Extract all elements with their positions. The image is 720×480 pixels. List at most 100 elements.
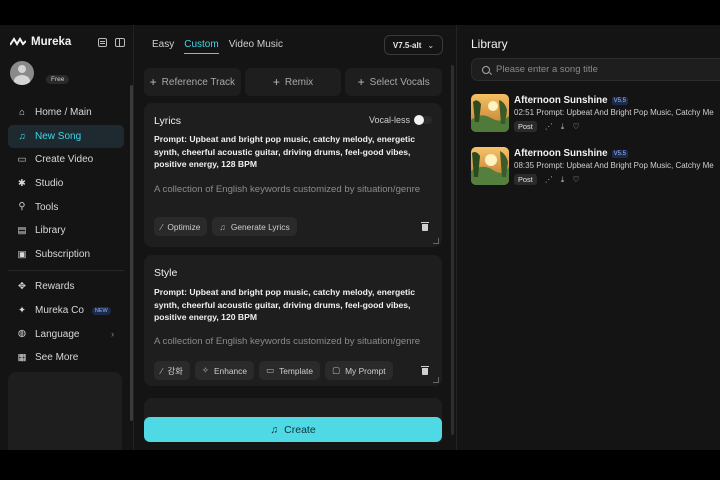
style-title: Style <box>154 267 178 279</box>
remix-button[interactable]: + Remix <box>244 68 342 96</box>
download-icon[interactable]: ⤓ <box>561 175 565 184</box>
my-prompt-button[interactable]: ▢ My Prompt <box>325 361 393 380</box>
wrench-icon: ⚲ <box>18 201 26 213</box>
optimize-label: Optimize <box>167 221 201 232</box>
chevron-down-icon: ⌄ <box>427 40 435 50</box>
sidebar-item-rewards[interactable]: ✥ Rewards <box>8 275 124 299</box>
sidebar-item-library[interactable]: ▤ Library <box>8 219 124 243</box>
song-title[interactable]: Afternoon Sunshine <box>514 95 608 106</box>
plus-icon: + <box>149 75 157 89</box>
option-label: Remix <box>284 76 314 88</box>
create-button[interactable]: ♫ Create <box>144 417 442 442</box>
song-row[interactable]: Afternoon Sunshine V5.5 08:35 Prompt: Up… <box>471 147 720 187</box>
style-prompt[interactable]: Prompt: Upbeat and bright pop music, cat… <box>154 286 430 324</box>
sparkle-icon: ✧ <box>201 365 209 375</box>
sidebar-item-label: Tools <box>35 201 59 213</box>
song-cover-image <box>471 94 509 132</box>
optimize-button[interactable]: ⁄ Optimize <box>154 217 208 236</box>
style-actions: ⁄ 강화 ✧ Enhance ▭ Template ▢ My Prompt <box>154 361 393 380</box>
strengthen-button[interactable]: ⁄ 강화 <box>154 361 190 380</box>
sidebar-divider <box>8 270 124 272</box>
trash-icon[interactable] <box>420 365 430 375</box>
library-panel: Library Afternoon Sunshine V5.5 02:51 Pr… <box>458 25 720 450</box>
enhance-button[interactable]: ✧ Enhance <box>194 361 255 380</box>
song-row[interactable]: Afternoon Sunshine V5.5 02:51 Prompt: Up… <box>471 94 720 134</box>
option-label: Reference Track <box>161 76 236 88</box>
song-duration: 08:35 <box>514 161 535 170</box>
song-prompt: Prompt: Upbeat And Bright Pop Music, Cat… <box>536 108 714 117</box>
center-scrollbar[interactable] <box>451 65 454 435</box>
sidebar-item-create-video[interactable]: ▭ Create Video <box>8 148 124 172</box>
template-button[interactable]: ▭ Template <box>259 361 321 380</box>
song-prompt: Prompt: Upbeat And Bright Pop Music, Cat… <box>536 161 714 170</box>
grid-icon: ▦ <box>17 351 27 363</box>
vocal-less-label: Vocal-less <box>368 115 410 125</box>
post-button[interactable]: Post <box>514 121 537 132</box>
create-panel: Easy Custom Video Music V7.5-alt ⌄ + Refere… <box>134 25 457 450</box>
sidebar-item-studio[interactable]: ✱ Studio <box>8 172 124 196</box>
trash-icon[interactable] <box>420 221 430 231</box>
sidebar-item-label: See More <box>35 352 79 364</box>
tab-easy[interactable]: Easy <box>152 39 174 54</box>
sidebar-item-label: Language <box>35 328 80 340</box>
music-note-icon: ♫ <box>219 221 226 232</box>
lyrics-card: Lyrics Vocal-less Prompt: Upbeat and bri… <box>144 103 442 247</box>
sidebar-item-new-song[interactable]: ♫ New Song <box>8 124 124 149</box>
avatar[interactable] <box>10 61 34 85</box>
video-icon: ▭ <box>17 154 27 166</box>
heart-icon[interactable]: ♡ <box>572 122 579 131</box>
reference-track-button[interactable]: + Reference Track <box>144 68 241 96</box>
sidebar-nav: ⌂ Home / Main ♫ New Song ▭ Create Video ✱ Studi… <box>8 101 124 370</box>
logo-actions <box>98 37 125 47</box>
search-input[interactable] <box>496 64 716 75</box>
share-icon[interactable]: ⋰ <box>545 122 553 131</box>
song-title[interactable]: Afternoon Sunshine <box>514 148 608 159</box>
plus-icon: + <box>357 75 365 89</box>
music-note-icon: ♫ <box>18 130 26 142</box>
vocal-less-toggle[interactable] <box>414 115 432 125</box>
song-actions: Post ⋰ ⤓ ♡ <box>514 121 580 132</box>
resize-handle-icon[interactable] <box>433 377 439 383</box>
song-actions: Post ⋰ ⤓ ♡ <box>514 174 580 185</box>
sidebar-toggle-icon[interactable] <box>115 37 125 47</box>
sidebar-scrollbar[interactable] <box>130 85 133 421</box>
version-badge: V5.5 <box>611 96 628 105</box>
resize-handle-icon[interactable] <box>433 238 439 244</box>
document-icon[interactable] <box>98 37 107 47</box>
generate-lyrics-button[interactable]: ♫ Generate Lyrics <box>212 217 297 236</box>
post-button[interactable]: Post <box>514 174 537 185</box>
chat-icon: ▢ <box>332 365 341 375</box>
studio-icon: ✱ <box>18 177 26 189</box>
lyrics-prompt[interactable]: Prompt: Upbeat and bright pop music, cat… <box>154 133 430 171</box>
style-placeholder[interactable]: A collection of English keywords customi… <box>154 335 430 348</box>
share-icon[interactable]: ⋰ <box>545 175 553 184</box>
promo-card[interactable] <box>8 372 122 450</box>
subscription-icon: ▣ <box>17 248 27 260</box>
tab-video-music[interactable]: Video Music <box>229 39 283 54</box>
sidebar-item-home-main[interactable]: ⌂ Home / Main <box>8 101 124 125</box>
chevron-right-icon: › <box>111 329 114 340</box>
sidebar-item-label: Mureka Co <box>35 305 84 317</box>
sidebar-item-tools[interactable]: ⚲ Tools <box>8 195 124 219</box>
sidebar-item-label: Studio <box>35 178 64 190</box>
community-icon: ✦ <box>18 304 26 316</box>
download-icon[interactable]: ⤓ <box>561 122 565 131</box>
template-label: Template <box>279 365 314 376</box>
model-version-select[interactable]: V7.5-alt ⌄ <box>384 35 443 55</box>
sidebar-item-see-more[interactable]: ▦ See More <box>8 346 124 370</box>
song-cover-image <box>471 147 509 185</box>
style-card: Style Prompt: Upbeat and bright pop musi… <box>144 255 442 386</box>
sidebar-item-language[interactable]: ◍ Language › <box>8 322 124 346</box>
magic-wand-icon: ⁄ <box>161 221 163 232</box>
lyrics-title: Lyrics <box>154 115 182 127</box>
strengthen-label: 강화 <box>167 365 183 376</box>
tab-custom[interactable]: Custom <box>184 39 219 54</box>
sidebar-item-subscription[interactable]: ▣ Subscription <box>8 243 124 267</box>
select-vocals-button[interactable]: + Select Vocals <box>345 68 443 96</box>
sidebar-item-label: New Song <box>35 130 82 142</box>
sidebar-item-mureka-co[interactable]: ✦ Mureka Co NEW <box>8 299 124 323</box>
lyrics-placeholder[interactable]: A collection of English keywords customi… <box>154 183 430 196</box>
heart-icon[interactable]: ♡ <box>572 175 579 184</box>
song-search[interactable] <box>471 58 720 81</box>
my-prompt-label: My Prompt <box>345 365 386 376</box>
